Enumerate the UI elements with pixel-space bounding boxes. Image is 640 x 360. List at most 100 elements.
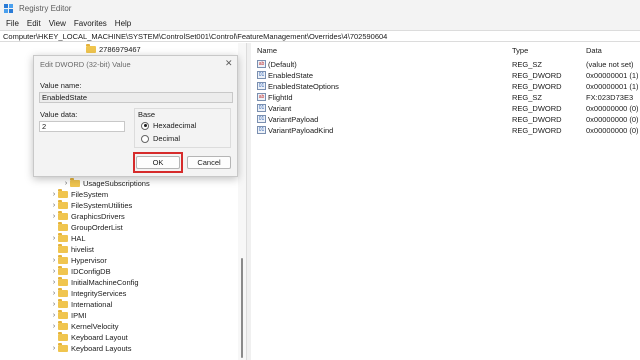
chevron-right-icon[interactable]: › bbox=[50, 312, 58, 319]
value-data-label: Value data: bbox=[40, 110, 78, 119]
chevron-right-icon[interactable]: › bbox=[50, 301, 58, 308]
dialog-title: Edit DWORD (32-bit) Value bbox=[40, 60, 131, 69]
tree-item[interactable]: › IPMI bbox=[50, 310, 86, 321]
chevron-right-icon[interactable]: › bbox=[50, 257, 58, 264]
chevron-right-icon[interactable]: › bbox=[50, 202, 58, 209]
folder-icon bbox=[70, 178, 80, 187]
cancel-button[interactable]: Cancel bbox=[187, 156, 231, 169]
tree-item[interactable]: › International bbox=[50, 299, 112, 310]
chevron-right-icon[interactable]: › bbox=[50, 290, 58, 297]
title-bar: Registry Editor bbox=[0, 0, 640, 16]
value-type: REG_DWORD bbox=[512, 82, 562, 91]
radio-selected-icon bbox=[141, 121, 149, 130]
value-row[interactable]: 01 EnabledState REG_DWORD 0x00000001 (1) bbox=[251, 70, 640, 81]
address-bar[interactable]: Computer\HKEY_LOCAL_MACHINE\SYSTEM\Contr… bbox=[0, 30, 640, 42]
tree-item[interactable]: › FileSystem bbox=[50, 189, 108, 200]
tree-item[interactable]: › IntegrityServices bbox=[50, 288, 126, 299]
folder-icon bbox=[58, 332, 68, 341]
tree-item-label: IPMI bbox=[71, 311, 87, 320]
menu-edit[interactable]: Edit bbox=[23, 19, 45, 28]
chevron-right-icon[interactable]: › bbox=[50, 279, 58, 286]
value-row[interactable]: 01 VariantPayload REG_DWORD 0x00000000 (… bbox=[251, 114, 640, 125]
chevron-right-icon[interactable]: › bbox=[50, 323, 58, 330]
value-row[interactable]: ab FlightId REG_SZ FX:023D73E3 bbox=[251, 92, 640, 103]
tree-item-label: Hypervisor bbox=[71, 256, 107, 265]
chevron-right-icon[interactable]: › bbox=[50, 235, 58, 242]
decimal-radio[interactable]: Decimal bbox=[141, 134, 180, 143]
dword-value-icon: 01 bbox=[257, 126, 266, 134]
value-name: VariantPayloadKind bbox=[268, 126, 334, 135]
value-name: EnabledState bbox=[268, 71, 314, 80]
tree-item[interactable]: GroupOrderList bbox=[50, 222, 123, 233]
value-row[interactable]: 01 Variant REG_DWORD 0x00000000 (0) bbox=[251, 103, 640, 114]
tree-item[interactable]: › InitialMachineConfig bbox=[50, 277, 139, 288]
menu-view[interactable]: View bbox=[45, 19, 70, 28]
value-row[interactable]: 01 EnabledStateOptions REG_DWORD 0x00000… bbox=[251, 81, 640, 92]
tree-item[interactable]: › UsageSubscriptions bbox=[62, 178, 150, 189]
value-name-field: EnabledState bbox=[39, 92, 233, 103]
dword-value-icon: 01 bbox=[257, 71, 266, 79]
value-type: REG_SZ bbox=[512, 93, 543, 102]
chevron-right-icon[interactable]: › bbox=[50, 268, 58, 275]
value-type: REG_DWORD bbox=[512, 71, 562, 80]
hexadecimal-label: Hexadecimal bbox=[153, 121, 197, 130]
value-name: Variant bbox=[268, 104, 292, 113]
tree-item[interactable]: › KernelVelocity bbox=[50, 321, 119, 332]
column-header-data[interactable]: Data bbox=[586, 46, 602, 55]
value-data: 0x00000001 (1) bbox=[586, 82, 639, 91]
folder-icon bbox=[58, 222, 68, 231]
tree-item-label: hivelist bbox=[71, 245, 94, 254]
edit-dword-dialog: Edit DWORD (32-bit) Value ✕ Value name: … bbox=[33, 55, 238, 177]
column-header-type[interactable]: Type bbox=[512, 46, 528, 55]
chevron-right-icon[interactable]: › bbox=[50, 345, 58, 352]
folder-icon bbox=[58, 310, 68, 319]
value-row[interactable]: 01 VariantPayloadKind REG_DWORD 0x000000… bbox=[251, 125, 640, 136]
tree-item-label: FileSystemUtilities bbox=[71, 201, 133, 210]
hexadecimal-radio[interactable]: Hexadecimal bbox=[141, 121, 196, 130]
tree-item[interactable]: › Hypervisor bbox=[50, 255, 107, 266]
values-list[interactable]: Name Type Data ab (Default) REG_SZ (valu… bbox=[251, 43, 640, 360]
menu-favorites[interactable]: Favorites bbox=[70, 19, 111, 28]
folder-icon bbox=[58, 255, 68, 264]
tree-item-label: Keyboard Layout bbox=[71, 333, 128, 342]
tree-item-label: 2786979467 bbox=[99, 45, 141, 54]
folder-icon bbox=[58, 211, 68, 220]
tree-item-label: FileSystem bbox=[71, 190, 109, 199]
dword-value-icon: 01 bbox=[257, 115, 266, 123]
scrollbar-thumb[interactable] bbox=[241, 258, 243, 358]
tree-item-label: HAL bbox=[71, 234, 86, 243]
tree-item[interactable]: › GraphicsDrivers bbox=[50, 211, 125, 222]
tree-item[interactable]: hivelist bbox=[50, 244, 94, 255]
tree-scrollbar[interactable] bbox=[238, 43, 246, 360]
menu-help[interactable]: Help bbox=[111, 19, 135, 28]
string-value-icon: ab bbox=[257, 93, 266, 101]
value-type: REG_SZ bbox=[512, 60, 543, 69]
close-icon[interactable]: ✕ bbox=[225, 58, 233, 69]
tree-item[interactable]: › IDConfigDB bbox=[50, 266, 111, 277]
folder-icon bbox=[58, 244, 68, 253]
tree-item[interactable]: 2786979467 bbox=[86, 44, 141, 55]
value-row[interactable]: ab (Default) REG_SZ (value not set) bbox=[251, 59, 640, 70]
tree-item-label: GraphicsDrivers bbox=[71, 212, 125, 221]
folder-icon bbox=[58, 277, 68, 286]
dword-value-icon: 01 bbox=[257, 82, 266, 90]
chevron-right-icon[interactable]: › bbox=[50, 213, 58, 220]
column-header-name[interactable]: Name bbox=[257, 46, 277, 55]
chevron-right-icon[interactable]: › bbox=[50, 191, 58, 198]
tree-item-label: Keyboard Layouts bbox=[71, 344, 132, 353]
tree-item-label: IntegrityServices bbox=[71, 289, 127, 298]
value-data-input[interactable]: 2 bbox=[39, 121, 125, 132]
folder-icon bbox=[58, 266, 68, 275]
tree-item-label: GroupOrderList bbox=[71, 223, 123, 232]
tree-item[interactable]: Keyboard Layout bbox=[50, 332, 128, 343]
tree-item[interactable]: › Keyboard Layouts bbox=[50, 343, 131, 354]
tree-item[interactable]: › FileSystemUtilities bbox=[50, 200, 132, 211]
menu-file[interactable]: File bbox=[2, 19, 23, 28]
tree-item-label: UsageSubscriptions bbox=[83, 179, 150, 188]
tree-item-label: IDConfigDB bbox=[71, 267, 111, 276]
value-data: (value not set) bbox=[586, 60, 634, 69]
decimal-label: Decimal bbox=[153, 134, 181, 143]
tree-item[interactable]: › HAL bbox=[50, 233, 86, 244]
chevron-right-icon[interactable]: › bbox=[62, 180, 70, 187]
ok-button[interactable]: OK bbox=[136, 156, 180, 169]
